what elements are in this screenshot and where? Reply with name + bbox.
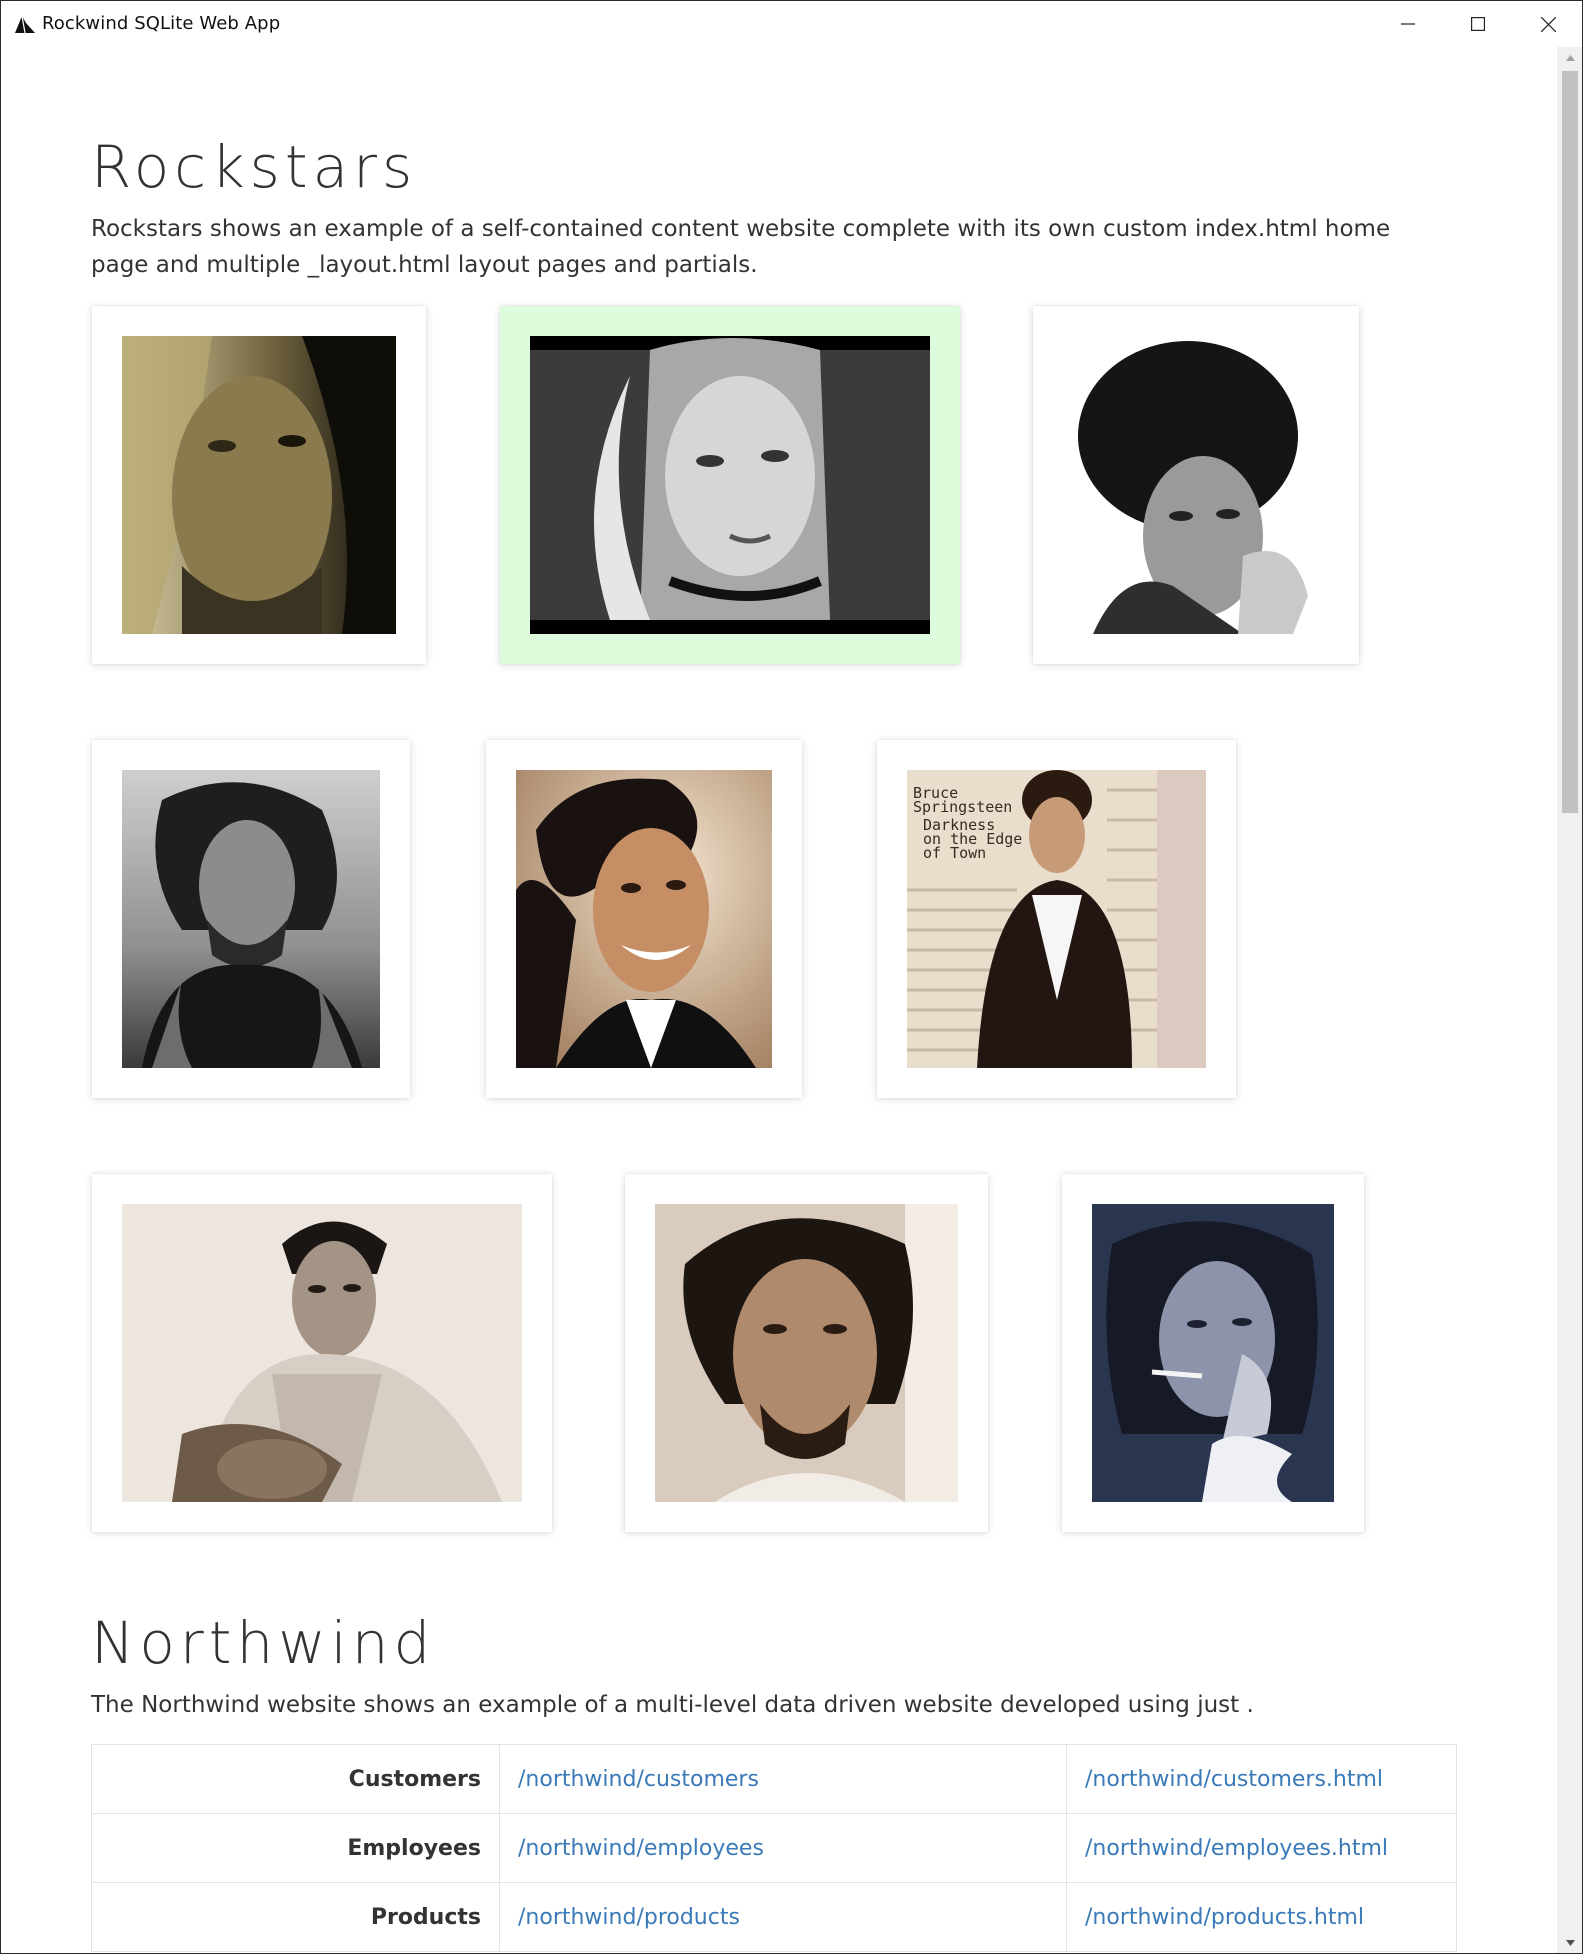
rockstars-description: Rockstars shows an example of a self-con… [91,216,1391,278]
minimize-button[interactable] [1373,1,1443,47]
page-content: Rockstars Rockstars shows an example of … [1,47,1557,1953]
northwind-table: Customers /northwind/customers /northwin… [91,1744,1457,1952]
page-link[interactable]: /northwind/products.html [1085,1905,1364,1930]
rockstar-photo [122,770,380,1068]
rockstar-photo: Bruce Springsteen Darkness on the Edge o… [907,770,1206,1068]
rockstar-photo [516,770,772,1068]
table-row: Products /northwind/products /northwind/… [91,1882,1457,1952]
title-bar[interactable]: Rockwind SQLite Web App [1,1,1582,47]
rockstar-photo [1063,336,1329,634]
table-row: Employees /northwind/employees /northwin… [91,1813,1457,1883]
page-link[interactable]: /northwind/customers.html [1085,1767,1383,1792]
scroll-up-button[interactable] [1557,47,1582,69]
rockstar-card[interactable] [92,740,410,1098]
rockstar-photo [530,336,930,634]
close-icon [1540,16,1556,32]
rockstar-card[interactable] [92,1174,552,1532]
rockstar-card[interactable] [486,740,802,1098]
route-link[interactable]: /northwind/products [518,1905,740,1930]
rockstar-photo [1092,1204,1334,1502]
maximize-button[interactable] [1443,1,1513,47]
minimize-icon [1401,23,1415,25]
route-link[interactable]: /northwind/employees [518,1836,764,1861]
rockstars-title: Rockstars [91,133,418,201]
scroll-down-arrow-icon [1565,1940,1575,1946]
maximize-icon [1471,17,1485,31]
rockstar-card[interactable] [1033,306,1359,664]
table-cell-name: Employees [91,1813,500,1883]
album-text-line: of Town [923,844,986,862]
rockwind-logo-icon [15,15,35,34]
northwind-description: The Northwind website shows an example o… [91,1692,1254,1718]
rockstar-card[interactable]: Bruce Springsteen Darkness on the Edge o… [877,740,1236,1098]
window-title: Rockwind SQLite Web App [42,13,281,34]
rockstar-photo [122,336,396,634]
scroll-up-arrow-icon [1565,55,1575,61]
app-window: Rockwind SQLite Web App Rockstars Rockst… [0,0,1583,1954]
rockstar-card[interactable] [625,1174,988,1532]
scrollbar-thumb[interactable] [1562,71,1578,813]
rockstar-card-highlighted[interactable] [500,306,960,664]
table-cell-name: Customers [91,1744,500,1814]
scroll-down-button[interactable] [1557,1932,1582,1953]
northwind-title: Northwind [91,1609,436,1677]
rockstar-photo [122,1204,522,1502]
album-text-line: Springsteen [913,798,1012,816]
vertical-scrollbar[interactable] [1557,47,1582,1953]
route-link[interactable]: /northwind/customers [518,1767,759,1792]
rockstar-photo [655,1204,958,1502]
rockstar-card[interactable] [92,306,426,664]
close-button[interactable] [1513,1,1582,47]
table-cell-name: Products [91,1882,500,1952]
page-link[interactable]: /northwind/employees.html [1085,1836,1388,1861]
rockstar-card[interactable] [1062,1174,1364,1532]
table-row: Customers /northwind/customers /northwin… [91,1744,1457,1814]
